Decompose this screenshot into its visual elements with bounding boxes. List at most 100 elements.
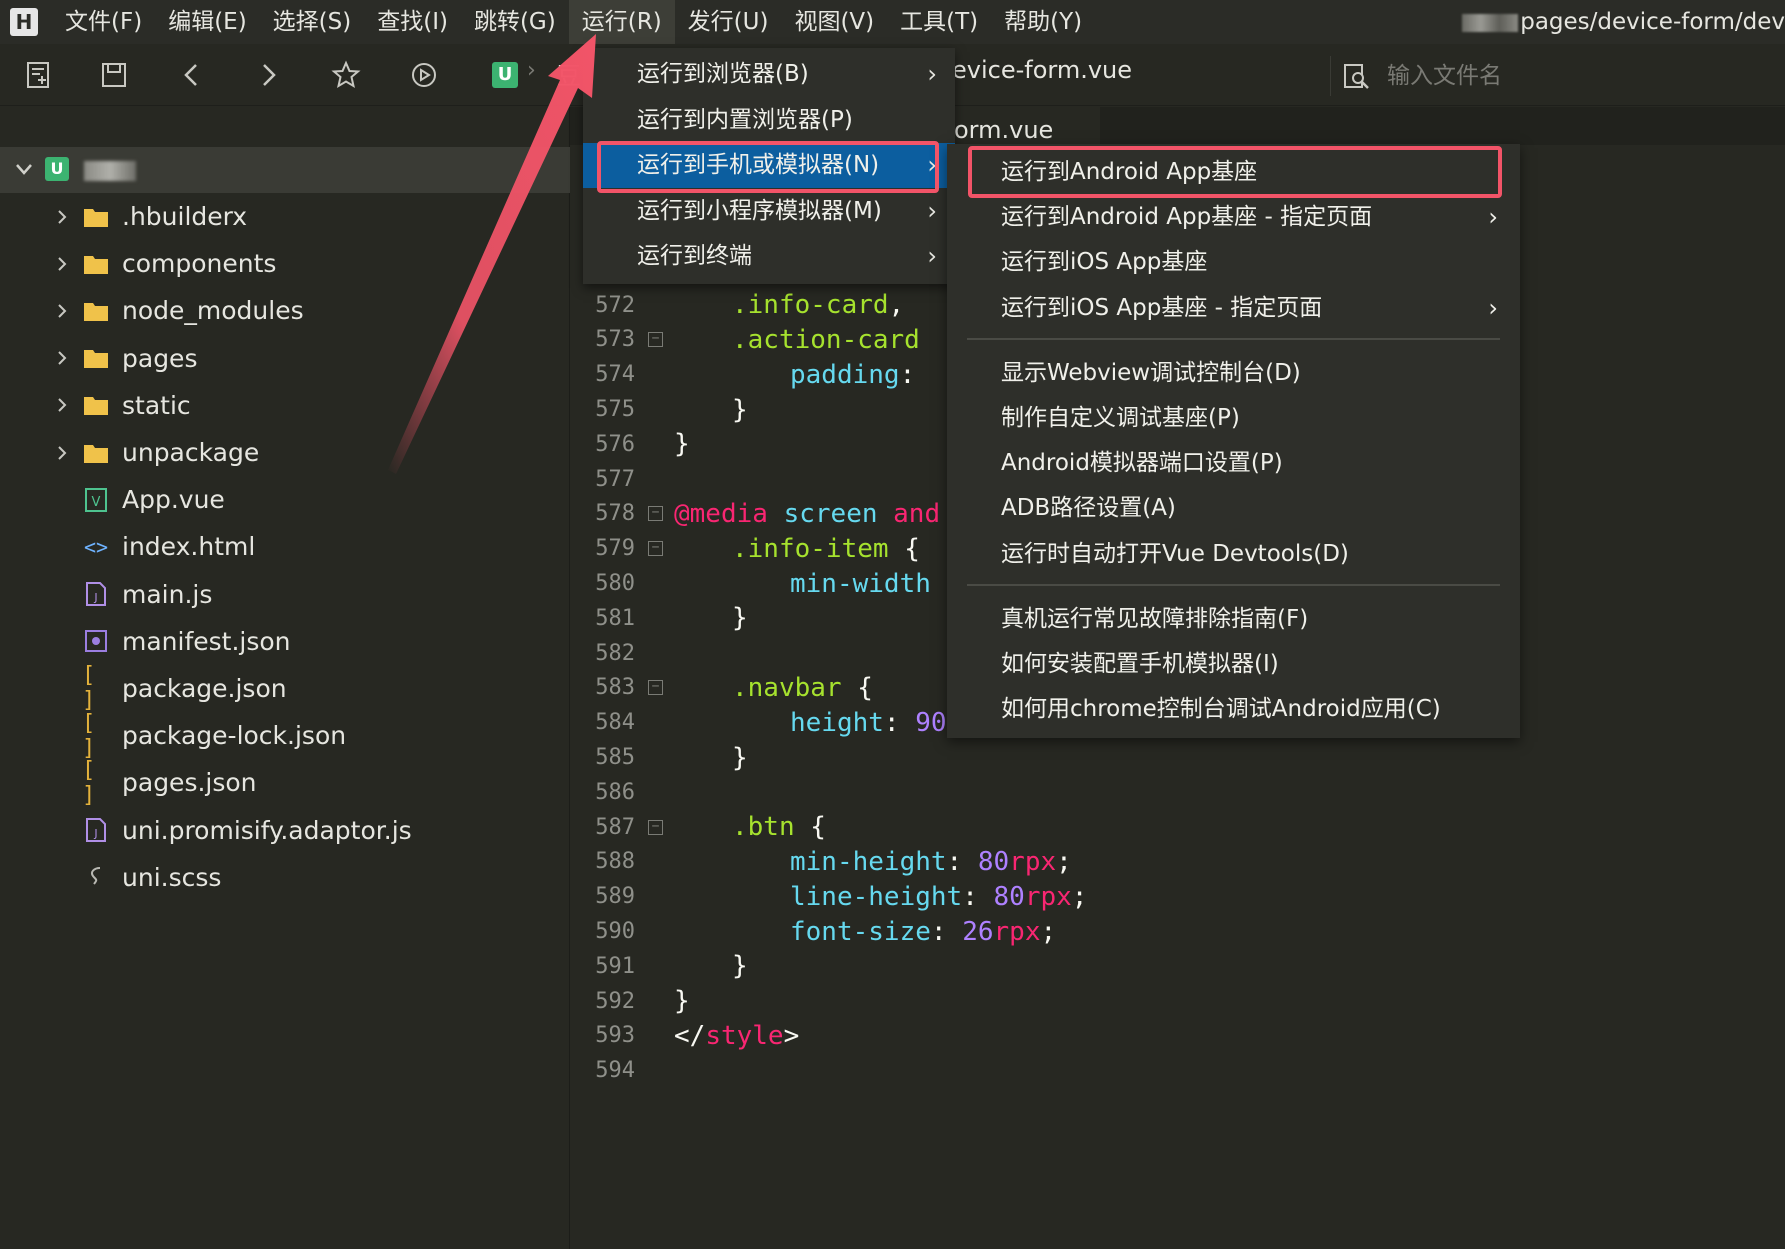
tree-item-label: main.js — [122, 579, 213, 609]
line-number: 579 — [595, 536, 635, 562]
fold-toggle-icon[interactable]: − — [648, 506, 663, 522]
chevron-right-icon[interactable] — [52, 301, 72, 321]
tree-item[interactable]: node_modules — [0, 287, 570, 334]
chevron-right-icon[interactable] — [52, 207, 72, 227]
code-line[interactable]: 593 </style> — [570, 1019, 1785, 1054]
run-menu-item[interactable]: 运行到终端 › — [583, 234, 955, 279]
run-menu-item[interactable]: 运行到内置浏览器(P) — [583, 98, 955, 143]
chevron-right-icon[interactable] — [52, 348, 72, 368]
device-menu-item[interactable]: 如何用chrome控制台调试Android应用(C) — [947, 687, 1520, 732]
menu-4[interactable]: 跳转(G) — [461, 0, 569, 44]
star-icon[interactable] — [330, 59, 362, 91]
menu-2[interactable]: 选择(S) — [260, 0, 365, 44]
new-file-icon[interactable] — [22, 59, 54, 91]
device-menu-item[interactable]: 运行到iOS App基座 - 指定页面 › — [947, 286, 1520, 331]
tree-item[interactable]: static — [0, 382, 570, 429]
menu-1[interactable]: 编辑(E) — [155, 0, 259, 44]
device-menu-item[interactable]: Android模拟器端口设置(P) — [947, 441, 1520, 486]
chevron-right-icon[interactable] — [52, 395, 72, 415]
code-token: ; — [1071, 881, 1088, 912]
code-token: , — [888, 290, 905, 321]
tree-item[interactable]: Jmain.js — [0, 571, 570, 618]
menu-7[interactable]: 视图(V) — [781, 0, 887, 44]
device-menu-item[interactable]: 如何安装配置手机模拟器(I) — [947, 642, 1520, 687]
code-token: : — [899, 359, 916, 390]
code-token: .info-item — [732, 533, 889, 564]
code-line[interactable]: 587− .btn { — [570, 810, 1785, 845]
device-menu-item[interactable]: 制作自定义调试基座(P) — [947, 396, 1520, 441]
device-menu-item[interactable]: 运行时自动打开Vue Devtools(D) — [947, 532, 1520, 577]
code-text: } — [732, 603, 748, 633]
fold-toggle-icon[interactable]: − — [648, 819, 663, 835]
device-menu-item[interactable]: 运行到Android App基座 - 指定页面 › — [947, 195, 1520, 240]
window-title-path: pages/device-form/dev — [1462, 0, 1785, 44]
json-file-icon: [ ] — [82, 757, 96, 808]
run-icon[interactable] — [408, 59, 440, 91]
code-line[interactable]: 592} — [570, 984, 1785, 1019]
device-menu-item[interactable]: 真机运行常见故障排除指南(F) — [947, 597, 1520, 642]
breadcrumb-project[interactable]: 豆 — [557, 56, 581, 91]
code-token: font-size — [790, 916, 931, 947]
line-number: 590 — [595, 919, 635, 945]
code-text: min-width — [790, 569, 931, 599]
file-search-input[interactable] — [1387, 63, 1717, 89]
code-token: min-height — [790, 846, 947, 877]
tree-item[interactable]: uni.scss — [0, 854, 570, 901]
line-number: 589 — [595, 884, 635, 910]
fold-toggle-icon[interactable]: − — [648, 541, 663, 557]
back-icon[interactable] — [176, 59, 208, 91]
uni-app-project-icon: U — [45, 157, 69, 181]
tree-item[interactable]: [ ] package-lock.json — [0, 710, 570, 761]
code-text: } — [732, 395, 748, 425]
code-line[interactable]: 589 line-height: 80rpx; — [570, 879, 1785, 914]
code-text: .info-item { — [732, 534, 920, 564]
code-token: } — [732, 603, 748, 634]
code-text: </style> — [674, 1021, 799, 1051]
project-root-row[interactable]: U — [0, 147, 570, 193]
menu-0[interactable]: 文件(F) — [52, 0, 155, 44]
code-line[interactable]: 590 font-size: 26rpx; — [570, 914, 1785, 949]
forward-icon[interactable] — [252, 59, 284, 91]
run-menu-item[interactable]: 运行到小程序模拟器(M) › — [583, 189, 955, 234]
tree-item[interactable]: [ ] package.json — [0, 663, 570, 713]
tree-item[interactable]: V App.vue — [0, 476, 570, 523]
chevron-right-icon[interactable] — [52, 443, 72, 463]
code-token: } — [674, 986, 690, 1017]
code-line[interactable]: 586 — [570, 775, 1785, 810]
tree-item[interactable]: unpackage — [0, 429, 570, 476]
tree-item[interactable]: pages — [0, 335, 570, 382]
tree-item[interactable]: components — [0, 240, 570, 287]
menu-9[interactable]: 帮助(Y) — [991, 0, 1095, 44]
device-menu-item[interactable]: ADB路径设置(A) — [947, 486, 1520, 531]
device-menu-item[interactable]: 显示Webview调试控制台(D) — [947, 351, 1520, 396]
menu-5[interactable]: 运行(R) — [568, 0, 675, 44]
code-line[interactable]: 588 min-height: 80rpx; — [570, 845, 1785, 880]
code-token: : — [883, 707, 916, 738]
tree-item[interactable]: manifest.json — [0, 618, 570, 665]
js-file-icon: J — [82, 580, 110, 608]
tree-item[interactable]: .hbuilderx — [0, 193, 570, 240]
json-file-icon: [ ] — [82, 710, 96, 761]
breadcrumb-file[interactable]: evice-form.vue — [952, 56, 1132, 84]
save-icon[interactable] — [98, 59, 130, 91]
code-line[interactable]: 585} — [570, 740, 1785, 775]
menu-6[interactable]: 发行(U) — [675, 0, 782, 44]
line-number: 581 — [595, 605, 635, 631]
code-line[interactable]: 591} — [570, 949, 1785, 984]
menu-3[interactable]: 查找(I) — [364, 0, 461, 44]
tree-item-label: unpackage — [122, 438, 260, 468]
tree-item[interactable]: <> index.html — [0, 523, 570, 570]
run-menu-item[interactable]: 运行到浏览器(B) › — [583, 52, 955, 97]
chevron-right-icon[interactable] — [52, 254, 72, 274]
fold-toggle-icon[interactable]: − — [648, 332, 663, 348]
code-token: : — [930, 916, 963, 947]
tree-item[interactable]: Juni.promisify.adaptor.js — [0, 806, 570, 853]
menu-8[interactable]: 工具(T) — [887, 0, 991, 44]
code-line[interactable]: 594 — [570, 1053, 1785, 1088]
tab-device-form[interactable]: orm.vue — [940, 107, 1100, 145]
fold-toggle-icon[interactable]: − — [648, 680, 663, 696]
scss-file-icon — [82, 863, 110, 891]
chevron-down-icon[interactable] — [12, 157, 36, 181]
device-menu-item[interactable]: 运行到iOS App基座 — [947, 240, 1520, 285]
tree-item[interactable]: [ ] pages.json — [0, 757, 570, 808]
